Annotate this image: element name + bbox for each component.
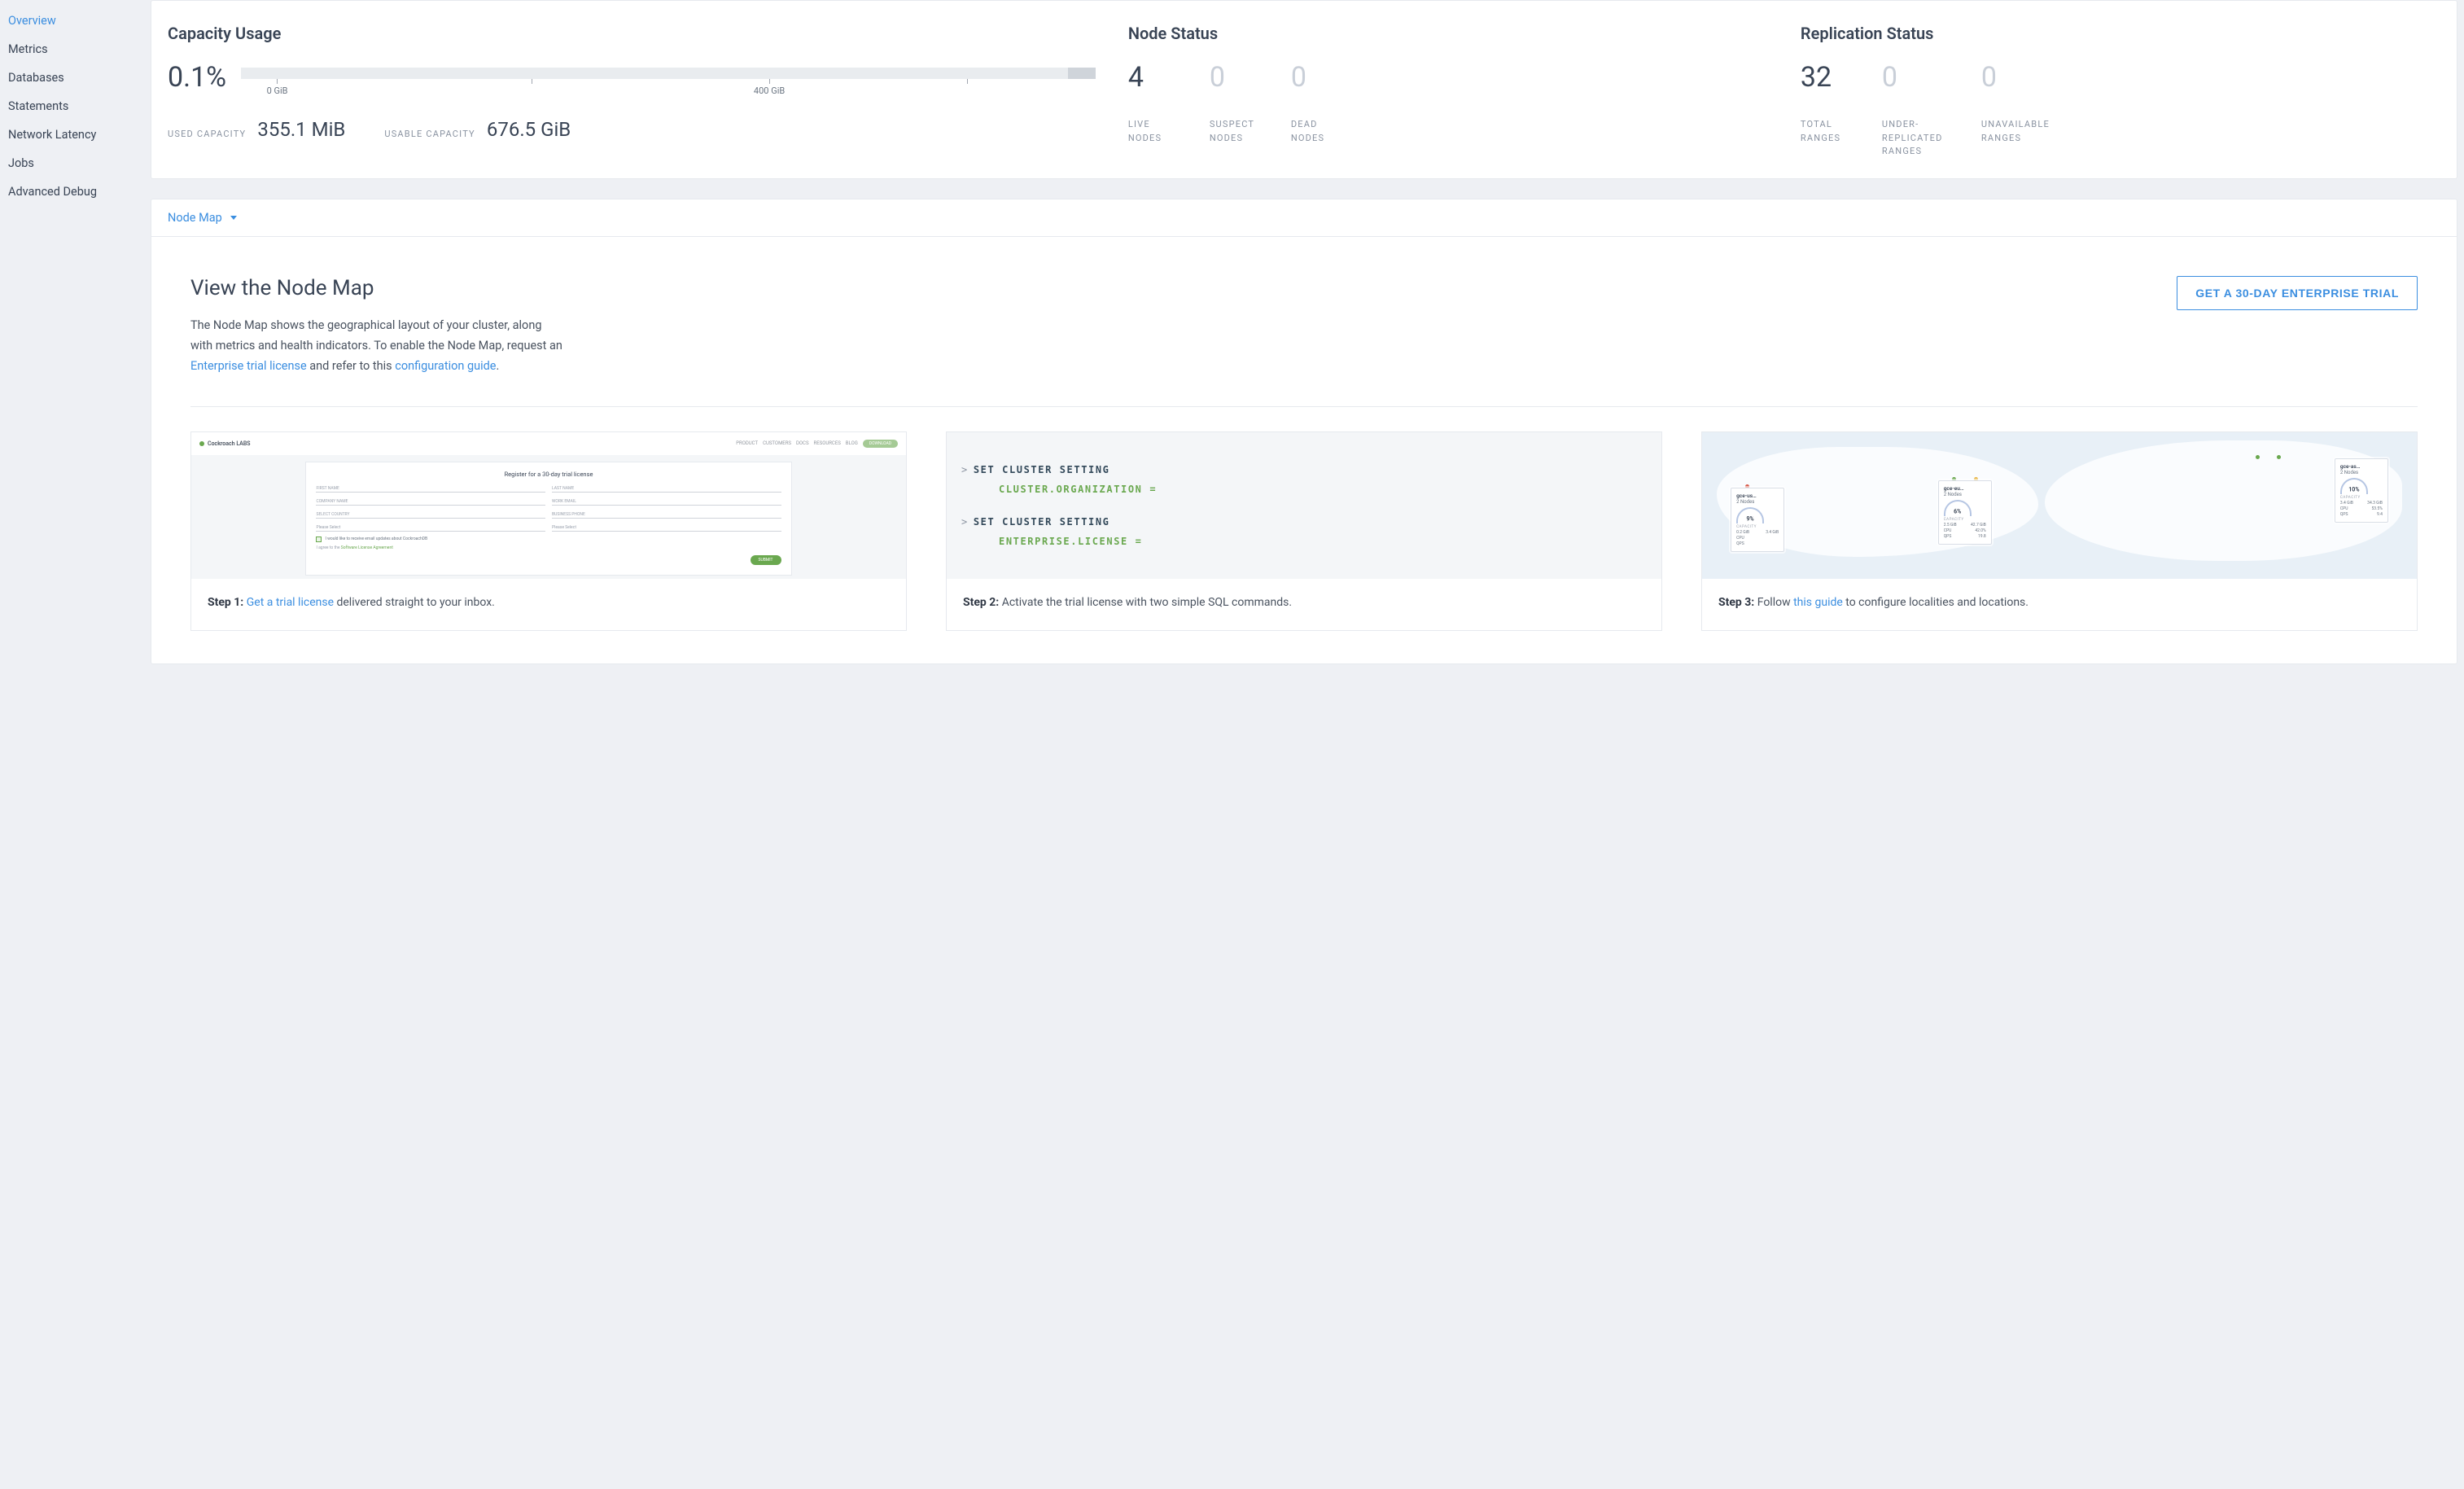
node-map-description: The Node Map shows the geographical layo… (190, 315, 565, 377)
capacity-percent: 0.1% (168, 61, 226, 94)
sidebar-item-jobs[interactable]: Jobs (0, 149, 151, 177)
step-3-card: gce-us… 2 Nodes 9% CAPACITY 0.2 GiB3.4 G… (1701, 431, 2418, 632)
divider (190, 406, 2418, 407)
step-1-illustration: Cockroach LABS PRODUCT CUSTOMERS DOCS RE… (191, 432, 906, 579)
suspect-nodes-value: 0 (1210, 61, 1267, 94)
get-trial-license-link[interactable]: Get a trial license (247, 596, 334, 609)
step-3-caption: Step 3: Follow this guide to configure l… (1702, 579, 2417, 631)
step-2-caption: Step 2: Activate the trial license with … (947, 579, 1661, 631)
used-capacity-value: 355.1 MiB (257, 118, 345, 141)
cluster-stats-panel: Capacity Usage 0.1% 0 GiB 400 GiB (151, 0, 2457, 179)
sidebar-item-advanced-debug[interactable]: Advanced Debug (0, 177, 151, 206)
map-badge-1: gce-us… 2 Nodes 9% CAPACITY 0.2 GiB3.4 G… (1731, 488, 1784, 552)
this-guide-link[interactable]: this guide (1793, 596, 1843, 609)
live-nodes-value: 4 (1128, 61, 1185, 94)
live-nodes-label: LIVE NODES (1128, 118, 1185, 145)
sidebar-item-overview[interactable]: Overview (0, 7, 151, 35)
step-1-card: Cockroach LABS PRODUCT CUSTOMERS DOCS RE… (190, 431, 907, 632)
usable-capacity-value: 676.5 GiB (487, 118, 571, 141)
step-2-card: >SET CLUSTER SETTING CLUSTER.ORGANIZATIO… (946, 431, 1662, 632)
node-map-title: View the Node Map (190, 276, 565, 300)
capacity-usage-group: Capacity Usage 0.1% 0 GiB 400 GiB (168, 24, 1096, 159)
suspect-nodes-label: SUSPECT NODES (1210, 118, 1267, 145)
usable-capacity-label: USABLE CAPACITY (384, 128, 475, 142)
capacity-tick-blank-2 (967, 79, 968, 85)
capacity-bar (241, 68, 1096, 79)
sidebar-item-statements[interactable]: Statements (0, 92, 151, 120)
node-status-title: Node Status (1128, 24, 1768, 43)
replication-title: Replication Status (1801, 24, 2440, 43)
map-badge-2: gce-eu… 2 Nodes 6% CAPACITY 2.5 GiB42.7 … (1938, 480, 1992, 545)
capacity-tick-0: 0 GiB (267, 79, 288, 96)
under-replicated-label: UNDER-REPLICATED RANGES (1882, 118, 1957, 159)
enterprise-trial-link[interactable]: Enterprise trial license (190, 359, 307, 373)
capacity-tick-1: 400 GiB (754, 79, 785, 96)
unavailable-ranges-value: 0 (1981, 61, 2056, 94)
step-2-illustration: >SET CLUSTER SETTING CLUSTER.ORGANIZATIO… (947, 432, 1661, 579)
sidebar-item-network-latency[interactable]: Network Latency (0, 120, 151, 149)
node-map-dropdown-label: Node Map (168, 211, 222, 225)
map-badge-3: gce-as… 2 Nodes 10% CAPACITY 3.4 GiB34.3… (2335, 458, 2388, 523)
sidebar: Overview Metrics Databases Statements Ne… (0, 0, 151, 1489)
total-ranges-value: 32 (1801, 61, 1858, 94)
step-1-caption: Step 1: Get a trial license delivered st… (191, 579, 906, 631)
cockroach-labs-logo: Cockroach LABS (199, 440, 251, 447)
step-3-illustration: gce-us… 2 Nodes 9% CAPACITY 0.2 GiB3.4 G… (1702, 432, 2417, 579)
capacity-axis: 0 GiB 400 GiB (241, 79, 1096, 99)
replication-status-group: Replication Status 32 TOTAL RANGES 0 UND… (1801, 24, 2440, 159)
configuration-guide-link[interactable]: configuration guide (395, 359, 496, 373)
onboarding-steps: Cockroach LABS PRODUCT CUSTOMERS DOCS RE… (190, 431, 2418, 632)
node-status-group: Node Status 4 LIVE NODES 0 SUSPECT NODES… (1128, 24, 1768, 159)
get-enterprise-trial-button[interactable]: GET A 30-DAY ENTERPRISE TRIAL (2177, 276, 2418, 310)
unavailable-ranges-label: UNAVAILABLE RANGES (1981, 118, 2056, 145)
total-ranges-label: TOTAL RANGES (1801, 118, 1858, 145)
caret-down-icon (230, 216, 237, 220)
capacity-title: Capacity Usage (168, 24, 1096, 43)
dead-nodes-value: 0 (1291, 61, 1348, 94)
capacity-bar-warning-zone (1068, 68, 1096, 79)
node-map-panel: Node Map View the Node Map The Node Map … (151, 199, 2457, 665)
under-replicated-value: 0 (1882, 61, 1957, 94)
sidebar-item-metrics[interactable]: Metrics (0, 35, 151, 64)
dead-nodes-label: DEAD NODES (1291, 118, 1348, 145)
main-content: Capacity Usage 0.1% 0 GiB 400 GiB (151, 0, 2464, 1489)
node-map-dropdown[interactable]: Node Map (151, 199, 2457, 237)
sidebar-item-databases[interactable]: Databases (0, 64, 151, 92)
used-capacity-label: USED CAPACITY (168, 128, 246, 142)
